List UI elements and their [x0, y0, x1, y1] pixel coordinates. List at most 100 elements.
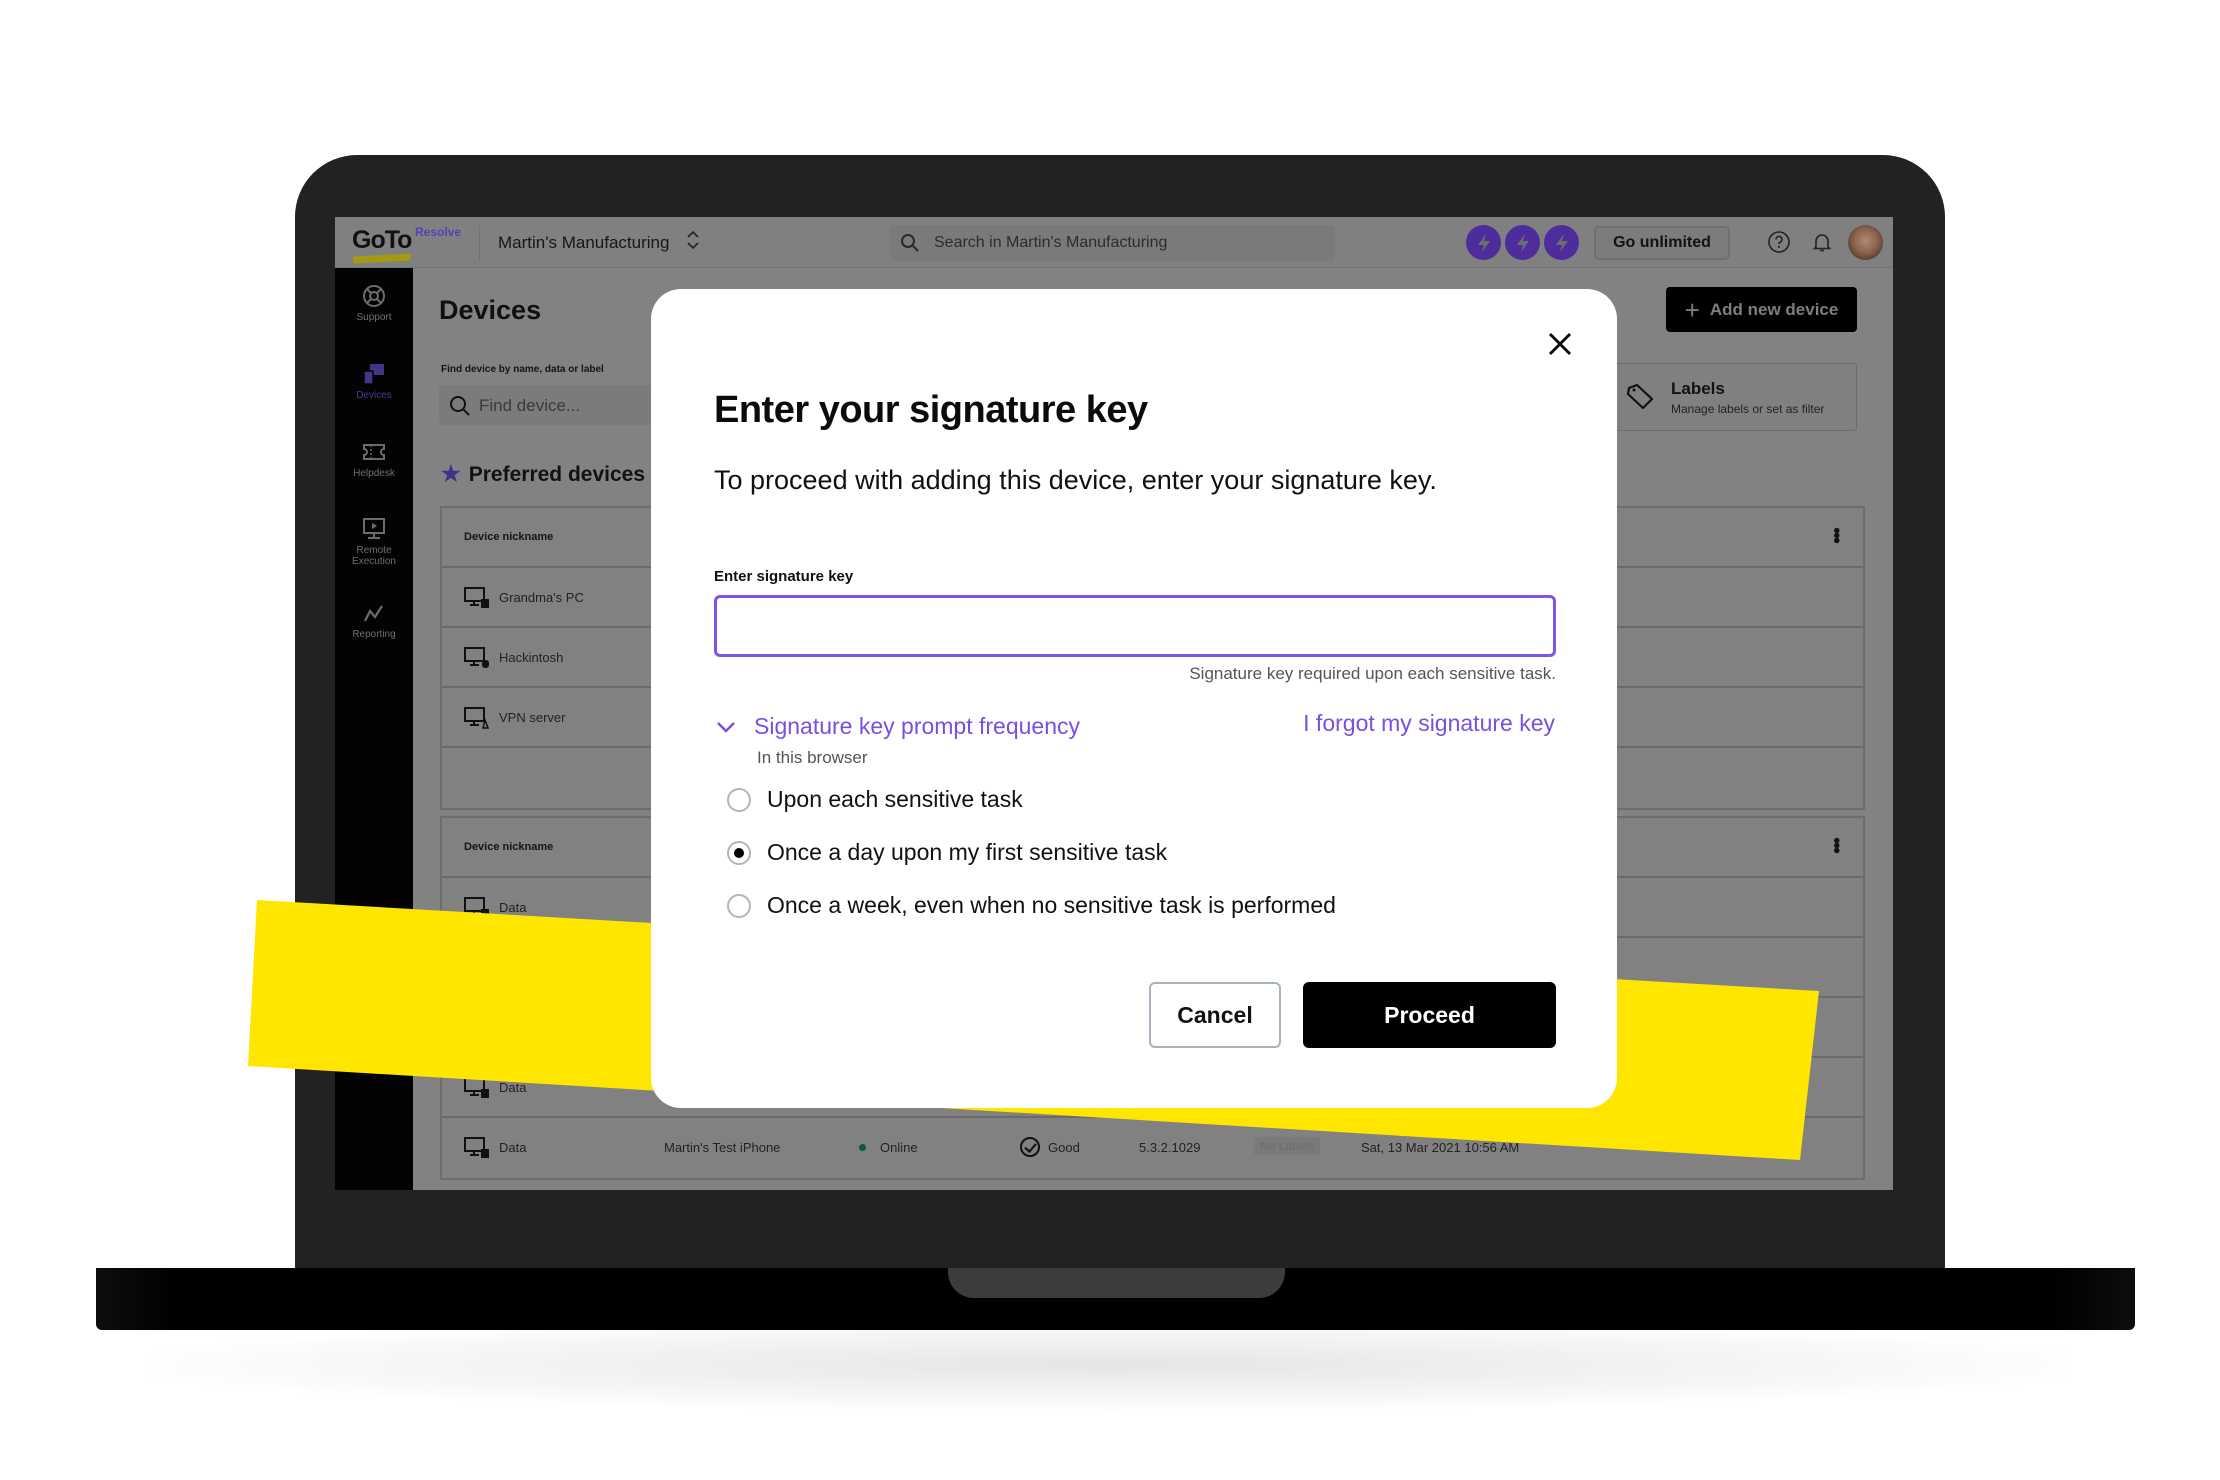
org-switch-chevrons-icon[interactable] [685, 229, 701, 252]
sidebar-item-support[interactable]: Support [335, 284, 413, 323]
device-description: Martin's Test iPhone [664, 1140, 781, 1155]
goto-logo[interactable]: GoTo [352, 226, 412, 255]
desktop-windows-icon [464, 1077, 489, 1098]
cancel-button[interactable]: Cancel [1149, 982, 1281, 1048]
monitor-play-icon [363, 518, 385, 539]
devices-icon [363, 364, 384, 385]
radio-label: Once a week, even when no sensitive task… [767, 892, 1336, 918]
page-title: Devices [439, 295, 542, 325]
device-health: Good [1020, 1137, 1080, 1157]
dialog-title: Enter your signature key [714, 389, 1148, 431]
bolt-icon [1477, 233, 1490, 252]
prompt-frequency-scope: In this browser [757, 748, 868, 767]
logo-product: Resolve [415, 225, 462, 239]
close-icon[interactable] [1545, 329, 1575, 359]
device-last-seen: Sat, 13 Mar 2021 10:56 AM [1361, 1140, 1520, 1155]
radio-button[interactable] [727, 893, 751, 918]
device-nickname: Grandma's PC [499, 590, 584, 605]
search-icon [450, 396, 470, 416]
labels-badge[interactable]: No Labels [1254, 1137, 1321, 1155]
chart-line-icon [364, 605, 383, 622]
labels-subtitle: Manage labels or set as filter [1671, 402, 1825, 416]
more-options-icon[interactable]: ••• [1825, 837, 1847, 852]
prompt-frequency-toggle[interactable]: Signature key prompt frequency [714, 713, 1080, 740]
desktop-windows-icon [464, 1137, 489, 1158]
user-avatar[interactable] [1848, 225, 1883, 260]
no-labels-text: No Labels [1254, 1137, 1321, 1155]
radio-button-selected[interactable] [727, 840, 751, 865]
chevron-down-icon [717, 721, 735, 733]
laptop-shadow [150, 1320, 2070, 1410]
plus-icon: + [1684, 294, 1700, 325]
signature-key-dialog: Enter your signature key To proceed with… [651, 289, 1617, 1108]
add-new-device-label: Add new device [1709, 299, 1839, 319]
sidebar-item-reporting[interactable]: Reporting [335, 601, 413, 640]
desktop-windows-icon [464, 897, 489, 918]
status-text: Online [880, 1140, 918, 1155]
desktop-windows-icon [464, 587, 489, 608]
search-icon [901, 234, 919, 252]
sidebar-item-remote-execution[interactable]: Remote Execution [335, 517, 413, 567]
signature-key-input[interactable] [714, 595, 1556, 657]
topbar-divider [479, 225, 480, 261]
more-options-icon[interactable]: ••• [1825, 527, 1847, 542]
lifebuoy-icon [363, 285, 385, 307]
bolt-badge-2[interactable] [1505, 225, 1540, 260]
signature-key-label: Enter signature key [714, 568, 854, 585]
ticket-icon [363, 444, 385, 460]
forgot-signature-key-link[interactable]: I forgot my signature key [1303, 710, 1555, 737]
sidebar-label: Devices [356, 390, 392, 401]
device-status: Online [859, 1140, 918, 1155]
org-name[interactable]: Martin's Manufacturing [498, 233, 669, 253]
preferred-devices-title: Preferred devices [468, 463, 646, 486]
sidebar-item-helpdesk[interactable]: Helpdesk [335, 440, 413, 479]
proceed-button[interactable]: Proceed [1303, 982, 1556, 1048]
device-nickname: Data [499, 900, 527, 915]
help-icon[interactable] [1767, 230, 1791, 254]
radio-option-each-task[interactable]: Upon each sensitive task [727, 786, 1023, 813]
bolt-icon [1555, 233, 1568, 252]
device-nickname: Hackintosh [499, 650, 564, 665]
signature-key-hint: Signature key required upon each sensiti… [1189, 664, 1556, 683]
device-nickname: Data [499, 1140, 527, 1155]
prompt-frequency-label: Signature key prompt frequency [754, 713, 1081, 739]
global-search[interactable]: Search in Martin's Manufacturing [890, 225, 1335, 261]
bolt-badge-1[interactable] [1466, 225, 1501, 260]
bell-icon[interactable] [1810, 230, 1834, 254]
sidebar-label: Reporting [352, 629, 396, 640]
device-version: 5.3.2.1029 [1139, 1140, 1201, 1155]
desktop-apple-icon [464, 647, 489, 668]
column-header-nickname[interactable]: Device nickname [464, 531, 553, 543]
device-nickname: Data [499, 1080, 527, 1095]
sidebar-label: Support [356, 312, 392, 323]
sidebar-item-devices[interactable]: Devices [335, 362, 413, 401]
health-text: Good [1048, 1140, 1080, 1155]
preferred-devices-heading: ★ Preferred devices [441, 461, 645, 487]
tag-icon [1626, 383, 1654, 410]
find-device-placeholder: Find device... [479, 396, 581, 415]
add-new-device-button[interactable]: + Add new device [1666, 287, 1857, 332]
top-bar: GoTo Resolve Martin's Manufacturing Sear… [335, 217, 1893, 268]
radio-button[interactable] [727, 787, 751, 812]
table-row[interactable]: Data Martin's Test iPhone Online Good 5.… [442, 1118, 1863, 1178]
radio-label: Once a day upon my first sensitive task [767, 839, 1168, 865]
device-nickname: VPN server [499, 710, 566, 725]
online-status-dot-icon [859, 1144, 866, 1151]
dialog-subtitle: To proceed with adding this device, ente… [714, 465, 1437, 495]
find-device-label: Find device by name, data or label [441, 364, 604, 375]
sidebar-label: Helpdesk [353, 468, 395, 479]
labels-card[interactable]: Labels Manage labels or set as filter [1614, 363, 1857, 431]
radio-option-once-a-week[interactable]: Once a week, even when no sensitive task… [727, 892, 1336, 919]
radio-label: Upon each sensitive task [767, 786, 1023, 812]
bolt-badge-3[interactable] [1544, 225, 1579, 260]
radio-option-once-a-day[interactable]: Once a day upon my first sensitive task [727, 839, 1167, 866]
column-header-nickname[interactable]: Device nickname [464, 841, 553, 853]
sidebar-label: Remote Execution [352, 545, 396, 567]
star-icon: ★ [441, 461, 461, 486]
desktop-linux-icon [464, 707, 490, 729]
go-unlimited-button[interactable]: Go unlimited [1594, 226, 1730, 260]
check-circle-icon [1020, 1137, 1040, 1157]
search-placeholder: Search in Martin's Manufacturing [934, 234, 1168, 251]
bolt-icon [1516, 233, 1529, 252]
laptop-notch [948, 1268, 1285, 1298]
